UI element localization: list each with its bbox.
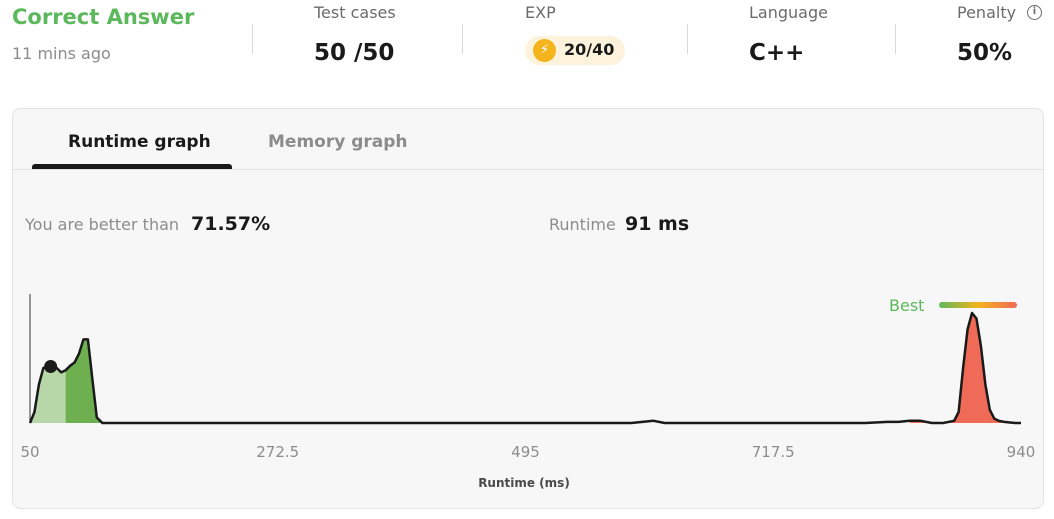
- x-tick-label: 272.5: [256, 443, 299, 461]
- x-tick-label: 940: [1007, 443, 1036, 461]
- divider: [462, 24, 463, 54]
- exp-value: 20/40: [564, 40, 615, 59]
- submission-summary: Correct Answer 11 mins ago Test cases 50…: [0, 0, 1054, 80]
- submission-time: 11 mins ago: [12, 44, 111, 63]
- exp-label: EXP: [525, 3, 556, 22]
- distribution-line: [28, 311, 1021, 425]
- verdict-label: Correct Answer: [12, 5, 195, 29]
- beaten-area-light: [30, 365, 66, 423]
- x-tick-label: 495: [511, 443, 540, 461]
- x-tick-label: 717.5: [752, 443, 795, 461]
- best-legend-label: Best: [889, 296, 925, 315]
- exp-badge: ⚡ 20/40: [525, 36, 625, 65]
- x-tick-label: 50: [20, 443, 39, 461]
- best-gradient-bar: [939, 302, 1017, 308]
- penalty-label: Penalty: [957, 3, 1017, 22]
- divider: [687, 24, 688, 54]
- test-cases-value: 50 /50: [314, 40, 395, 66]
- graph-panel: Runtime graph Memory graph You are bette…: [12, 108, 1044, 509]
- divider: [252, 24, 253, 54]
- language-label: Language: [749, 3, 828, 22]
- current-runtime-marker: [44, 360, 58, 373]
- lightning-icon: ⚡: [533, 39, 556, 62]
- test-cases-label: Test cases: [314, 3, 396, 22]
- info-icon[interactable]: i: [1027, 5, 1042, 20]
- language-value: C++: [749, 40, 805, 66]
- divider: [895, 24, 896, 54]
- penalty-value: 50%: [957, 40, 1013, 66]
- best-runtime-area: [909, 313, 1021, 423]
- x-axis-label: Runtime (ms): [478, 476, 570, 490]
